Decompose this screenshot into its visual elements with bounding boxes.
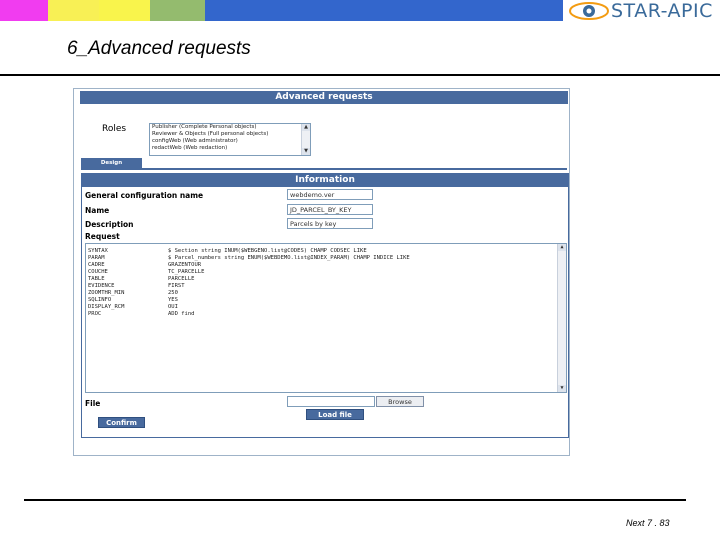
roles-label: Roles — [102, 124, 127, 134]
header-bar-yellow-1 — [48, 0, 99, 21]
request-scrollbar[interactable]: ▲ ▼ — [557, 244, 566, 392]
top-divider — [0, 74, 720, 76]
request-row: CADRE GRAZENTOUR — [88, 262, 202, 268]
request-textarea[interactable]: SYNTAX $ Section string INUM($WEBGENO.lis… — [85, 243, 567, 393]
roles-listbox[interactable]: Publisher (Complete Personal objects) Re… — [149, 123, 311, 156]
scroll-up-icon[interactable]: ▲ — [558, 244, 566, 251]
header-bar-magenta — [0, 0, 48, 21]
tab-underline — [81, 168, 567, 170]
request-label: Request — [85, 232, 120, 241]
header-bar-blue — [205, 0, 563, 21]
slide-title: 6_Advanced requests — [67, 38, 251, 59]
star-apic-logo: STAR-APIC — [563, 0, 720, 22]
information-panel: Information General configuration name w… — [81, 173, 569, 438]
window-title: Advanced requests — [80, 91, 568, 104]
scroll-down-icon[interactable]: ▼ — [302, 148, 310, 155]
roles-scrollbar[interactable]: ▲ ▼ — [301, 124, 310, 155]
roles-option[interactable]: Publisher (Complete Personal objects) — [150, 124, 310, 131]
header-bar-green — [150, 0, 205, 21]
request-row: DISPLAY_RCM OUI — [88, 304, 178, 310]
information-header: Information — [82, 174, 568, 187]
advanced-requests-window: Advanced requests Roles Publisher (Compl… — [73, 88, 570, 456]
request-row: SYNTAX $ Section string INUM($WEBGENO.lis… — [88, 248, 367, 254]
description-label: Description — [85, 220, 134, 229]
logo-text: STAR-APIC — [611, 0, 713, 22]
name-field[interactable]: JD_PARCEL_BY_KEY — [287, 204, 373, 215]
roles-option[interactable]: Reviewer & Objects (Full personal object… — [150, 131, 310, 138]
browse-button[interactable]: Browse — [376, 396, 424, 407]
request-row: EVIDENCE FIRST — [88, 283, 185, 289]
scroll-up-icon[interactable]: ▲ — [302, 124, 310, 131]
file-label: File — [85, 399, 101, 408]
file-field[interactable] — [287, 396, 375, 407]
confirm-button[interactable]: Confirm — [98, 417, 145, 428]
name-label: Name — [85, 206, 110, 215]
request-row: PROC ADD find — [88, 311, 195, 317]
header-bar-yellow-2 — [99, 0, 150, 21]
request-row: COUCHE TC_PARCELLE — [88, 269, 205, 275]
general-config-label: General configuration name — [85, 191, 204, 200]
bottom-divider — [24, 499, 686, 501]
general-config-field[interactable]: webdemo.ver — [287, 189, 373, 200]
request-row: SQLINFO YES — [88, 297, 178, 303]
request-row: TABLE PARCELLE — [88, 276, 195, 282]
description-field[interactable]: Parcels by key — [287, 218, 373, 229]
load-file-button[interactable]: Load file — [306, 409, 364, 420]
eye-logo-icon — [569, 2, 609, 20]
slide-footer: Next 7 . 83 — [626, 518, 670, 528]
request-row: PARAM $ Parcel_numbers string ENUM($WEBDE… — [88, 255, 410, 261]
scroll-down-icon[interactable]: ▼ — [558, 385, 566, 392]
request-row: ZOOMTHR_MIN 250 — [88, 290, 178, 296]
roles-option[interactable]: configWeb (Web administrator) — [150, 138, 310, 145]
roles-option[interactable]: redactWeb (Web redaction) — [150, 145, 310, 152]
